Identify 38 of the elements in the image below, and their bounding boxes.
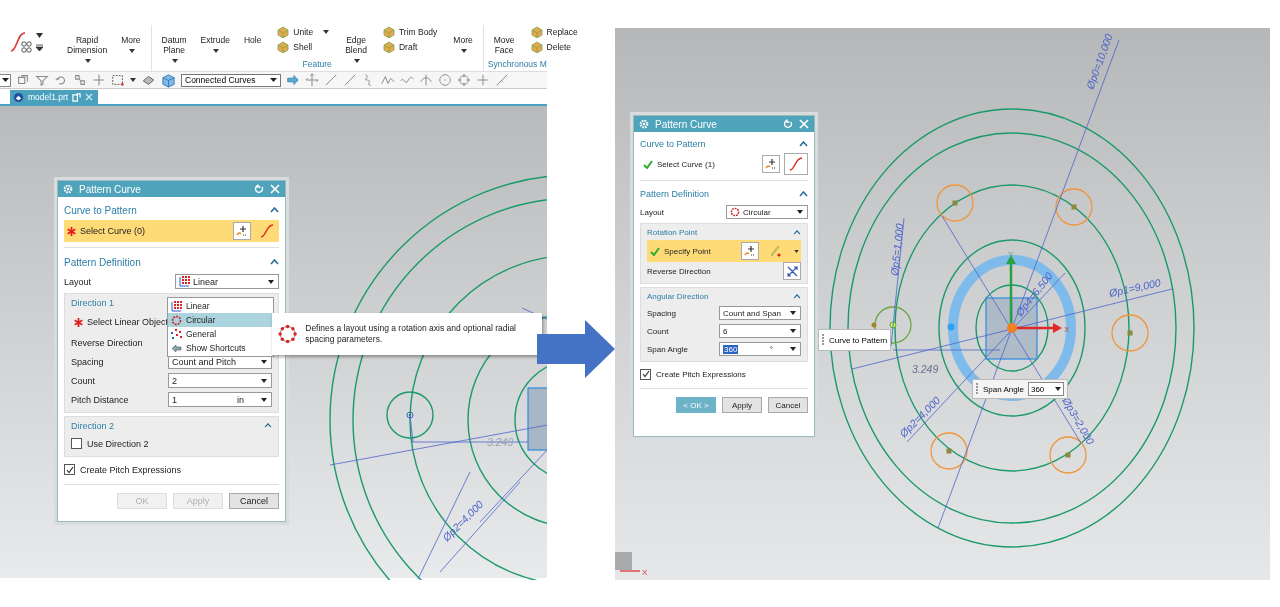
field-label: Span Angle xyxy=(647,344,688,354)
checkbox-label: Use Direction 2 xyxy=(87,438,149,449)
ribbon-group-label: Synchronous M xyxy=(487,59,547,69)
selection-label: Select Linear Object xyxy=(87,317,169,327)
curve-tag: Curve to Pattern xyxy=(818,329,892,351)
group-title: Direction 1 xyxy=(71,297,115,308)
group-title: Angular Direction xyxy=(647,291,709,301)
axis-label: Y xyxy=(1008,250,1014,259)
ribbon-group-label: Feature xyxy=(302,59,332,69)
field-label: Count xyxy=(71,375,96,386)
section-title: Pattern Definition xyxy=(64,256,141,268)
section-title: Pattern Definition xyxy=(640,189,710,199)
field-label: Reverse Direction xyxy=(71,337,143,348)
checkbox-label: Create Pitch Expressions xyxy=(656,369,746,379)
tooltip-text: Defines a layout using a rotation axis and optional radial spacing parameters. xyxy=(305,323,517,345)
dialog-title: Pattern Curve xyxy=(655,118,718,130)
field-label: Reverse Direction xyxy=(647,266,711,276)
checkbox-label: Create Pitch Expressions xyxy=(80,464,182,475)
field-label: Layout xyxy=(64,276,92,287)
group-title: Rotation Point xyxy=(647,227,698,237)
field-label: Spacing xyxy=(647,308,676,318)
section-title: Curve to Pattern xyxy=(640,139,706,149)
selection-label: Select Curve (0) xyxy=(80,226,146,236)
dimension-label: Øp5=1,000 xyxy=(888,223,906,277)
dimension-label: 3.249 xyxy=(912,363,939,375)
axis-label: X xyxy=(1064,325,1070,334)
field-label: Layout xyxy=(640,207,665,217)
selection-label: Select Curve (1) xyxy=(657,159,715,169)
field-label: Pitch Distance xyxy=(71,394,129,405)
field-label: Span Angle xyxy=(983,384,1024,394)
dimension-label: 3.249 xyxy=(487,436,514,448)
group-title: Direction 2 xyxy=(71,420,115,431)
section-title: Curve to Pattern xyxy=(64,204,137,216)
field-label: Spacing xyxy=(71,356,104,367)
dialog-title: Pattern Curve xyxy=(79,183,142,195)
field-label: Count xyxy=(647,326,669,336)
axis-label: X xyxy=(642,568,648,577)
selection-label: Specify Point xyxy=(664,246,711,256)
